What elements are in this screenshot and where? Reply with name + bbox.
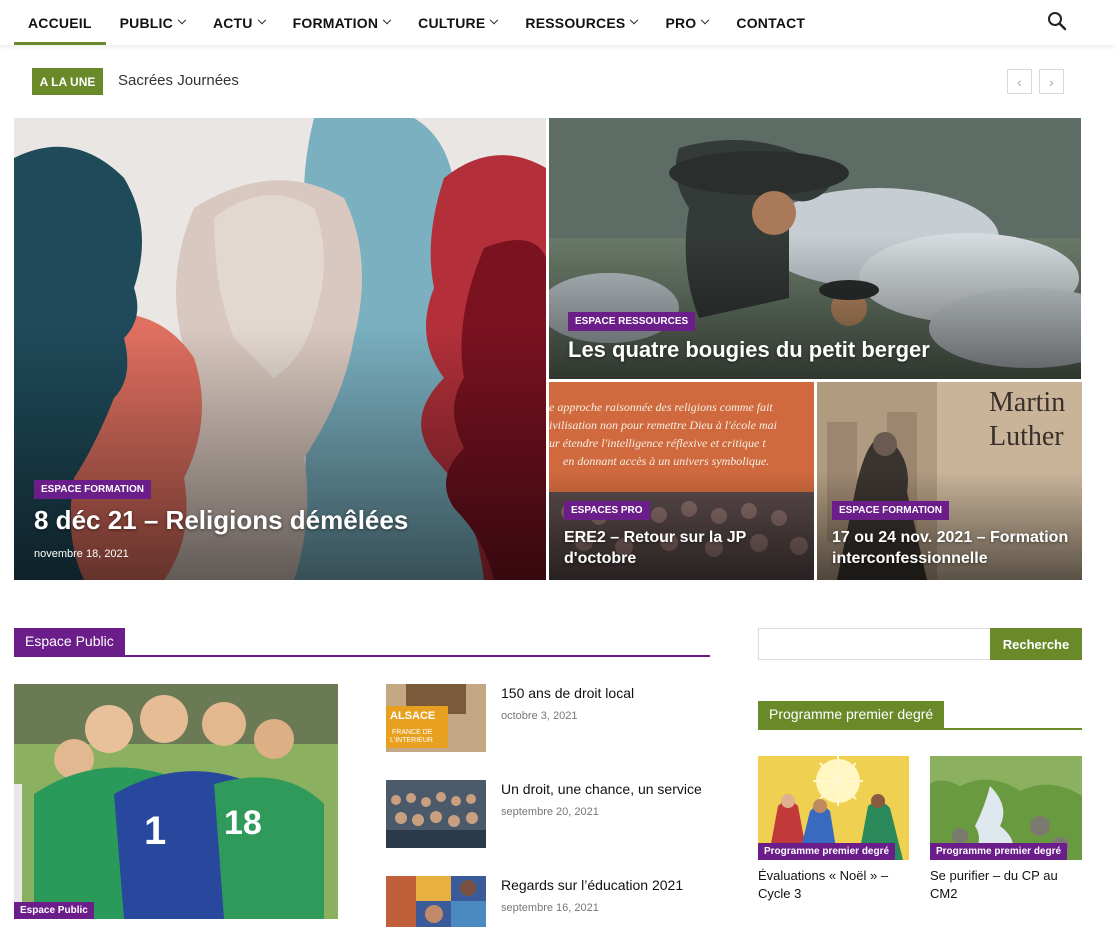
programme-post-title[interactable]: Se purifier – du CP au CM2 bbox=[930, 867, 1082, 903]
nav-item-label: ACTU bbox=[212, 14, 253, 31]
nav-item-accueil[interactable]: ACCUEIL bbox=[14, 0, 106, 45]
nav-item-culture[interactable]: CULTURE bbox=[404, 0, 511, 45]
hero-bottom-right-title[interactable]: 17 ou 24 nov. 2021 – Formation interconf… bbox=[832, 527, 1077, 569]
programme-post-thumb[interactable]: Programme premier degré bbox=[930, 756, 1082, 860]
hero-top-right-title[interactable]: Les quatre bougies du petit berger bbox=[568, 337, 930, 363]
hero-main-title[interactable]: 8 déc 21 – Religions démêlées bbox=[34, 505, 408, 536]
chevron-down-icon bbox=[257, 15, 266, 24]
nav-item-label: CONTACT bbox=[736, 14, 806, 31]
nav-item-label: RESSOURCES bbox=[525, 14, 626, 31]
chevron-down-icon bbox=[701, 15, 710, 24]
nav-item-public[interactable]: PUBLIC bbox=[106, 0, 199, 45]
post-date: septembre 20, 2021 bbox=[501, 806, 599, 818]
chevron-down-icon bbox=[630, 15, 639, 24]
overlay-line: Luther bbox=[989, 421, 1064, 452]
svg-text:1: 1 bbox=[144, 809, 166, 853]
slide-overlay-text: e approche raisonnée des religions comme… bbox=[549, 398, 814, 470]
nav-item-label: ACCUEIL bbox=[28, 14, 92, 31]
category-badge[interactable]: ESPACES PRO bbox=[564, 501, 650, 520]
nav-menu: ACCUEIL PUBLIC ACTU FORMATION CULTURE RE… bbox=[14, 0, 819, 45]
nav-item-contact[interactable]: CONTACT bbox=[722, 0, 819, 45]
overlay-line: e approche raisonnée des religions comme… bbox=[549, 400, 773, 414]
sidebar-search-input[interactable] bbox=[758, 628, 990, 660]
nav-item-ressources[interactable]: RESSOURCES bbox=[511, 0, 651, 45]
search-submit-button[interactable]: Recherche bbox=[990, 628, 1082, 660]
slide-overlay-text: Martin Luther bbox=[989, 386, 1065, 454]
chevron-right-icon[interactable]: › bbox=[1039, 69, 1064, 94]
sign-text: FRANCE DE bbox=[392, 729, 433, 736]
post-thumb[interactable] bbox=[386, 780, 486, 848]
hero-bottom-left-tile[interactable]: e approche raisonnée des religions comme… bbox=[549, 382, 814, 580]
hero-bottom-right-tile[interactable]: Martin Luther ESPACE FORMATION 17 ou 24 … bbox=[817, 382, 1082, 580]
nav-item-label: PRO bbox=[665, 14, 697, 31]
nav-item-actu[interactable]: ACTU bbox=[199, 0, 279, 45]
category-badge[interactable]: Programme premier degré bbox=[930, 843, 1068, 860]
nav-item-label: PUBLIC bbox=[119, 14, 173, 31]
post-date: septembre 16, 2021 bbox=[501, 902, 599, 914]
post-thumb[interactable] bbox=[386, 876, 486, 927]
nav-item-label: FORMATION bbox=[292, 14, 379, 31]
programme-post-thumb[interactable]: Programme premier degré bbox=[758, 756, 909, 860]
category-badge[interactable]: ESPACE FORMATION bbox=[832, 501, 949, 520]
category-badge[interactable]: ESPACE FORMATION bbox=[34, 480, 151, 499]
hero-main-date: novembre 18, 2021 bbox=[34, 548, 129, 560]
search-icon[interactable] bbox=[1046, 10, 1068, 32]
main-nav: ACCUEIL PUBLIC ACTU FORMATION CULTURE RE… bbox=[0, 0, 1116, 45]
category-badge[interactable]: Espace Public bbox=[14, 902, 94, 919]
nav-item-formation[interactable]: FORMATION bbox=[279, 0, 405, 45]
featured-post-thumb[interactable]: 1 18 Espace Public bbox=[14, 684, 338, 919]
post-image: ALSACE FRANCE DE L'INTERIEUR bbox=[386, 684, 486, 752]
post-date: octobre 3, 2021 bbox=[501, 710, 578, 722]
nav-item-pro[interactable]: PRO bbox=[651, 0, 722, 45]
section-title[interactable]: Programme premier degré bbox=[758, 701, 945, 728]
programme-post-title[interactable]: Évaluations « Noël » – Cycle 3 bbox=[758, 867, 909, 903]
programme-heading: Programme premier degré bbox=[758, 701, 1082, 730]
post-title[interactable]: Regards sur l’éducation 2021 bbox=[501, 877, 683, 893]
overlay-line: ur étendre l'intelligence réflexive et c… bbox=[549, 436, 766, 450]
nav-item-label: CULTURE bbox=[418, 14, 486, 31]
hero-top-right-tile[interactable]: ESPACE RESSOURCES Les quatre bougies du … bbox=[549, 118, 1081, 379]
hero-main-tile[interactable]: ESPACE FORMATION 8 déc 21 – Religions dé… bbox=[14, 118, 546, 580]
section-title[interactable]: Espace Public bbox=[14, 628, 125, 655]
post-title[interactable]: Un droit, une chance, un service bbox=[501, 781, 702, 797]
svg-text:18: 18 bbox=[224, 804, 262, 842]
ticker-headline[interactable]: Sacrées Journées bbox=[118, 72, 239, 89]
overlay-line: ivilisation non pour remettre Dieu à l'é… bbox=[549, 418, 777, 432]
post-image bbox=[386, 876, 486, 927]
chevron-down-icon bbox=[177, 15, 187, 24]
espace-public-heading: Espace Public bbox=[14, 628, 710, 657]
category-badge[interactable]: ESPACE RESSOURCES bbox=[568, 312, 696, 331]
tile-shade bbox=[14, 325, 546, 580]
hero-bottom-left-title[interactable]: ERE2 – Retour sur la JP d'octobre bbox=[564, 527, 804, 569]
post-thumb[interactable]: ALSACE FRANCE DE L'INTERIEUR bbox=[386, 684, 486, 752]
sign-text: L'INTERIEUR bbox=[390, 737, 433, 744]
overlay-line: en donnant accès à un univers symbolique… bbox=[563, 454, 770, 468]
ticker-badge: A LA UNE bbox=[32, 68, 103, 95]
chevron-left-icon[interactable]: ‹ bbox=[1007, 69, 1032, 94]
chevron-down-icon bbox=[490, 15, 499, 24]
post-image bbox=[386, 780, 486, 848]
post-title[interactable]: 150 ans de droit local bbox=[501, 685, 634, 701]
overlay-line: Martin bbox=[989, 387, 1066, 418]
sign-text: ALSACE bbox=[390, 710, 435, 722]
featured-post-image: 1 18 bbox=[14, 684, 338, 919]
category-badge[interactable]: Programme premier degré bbox=[758, 843, 896, 860]
chevron-down-icon bbox=[382, 15, 392, 24]
